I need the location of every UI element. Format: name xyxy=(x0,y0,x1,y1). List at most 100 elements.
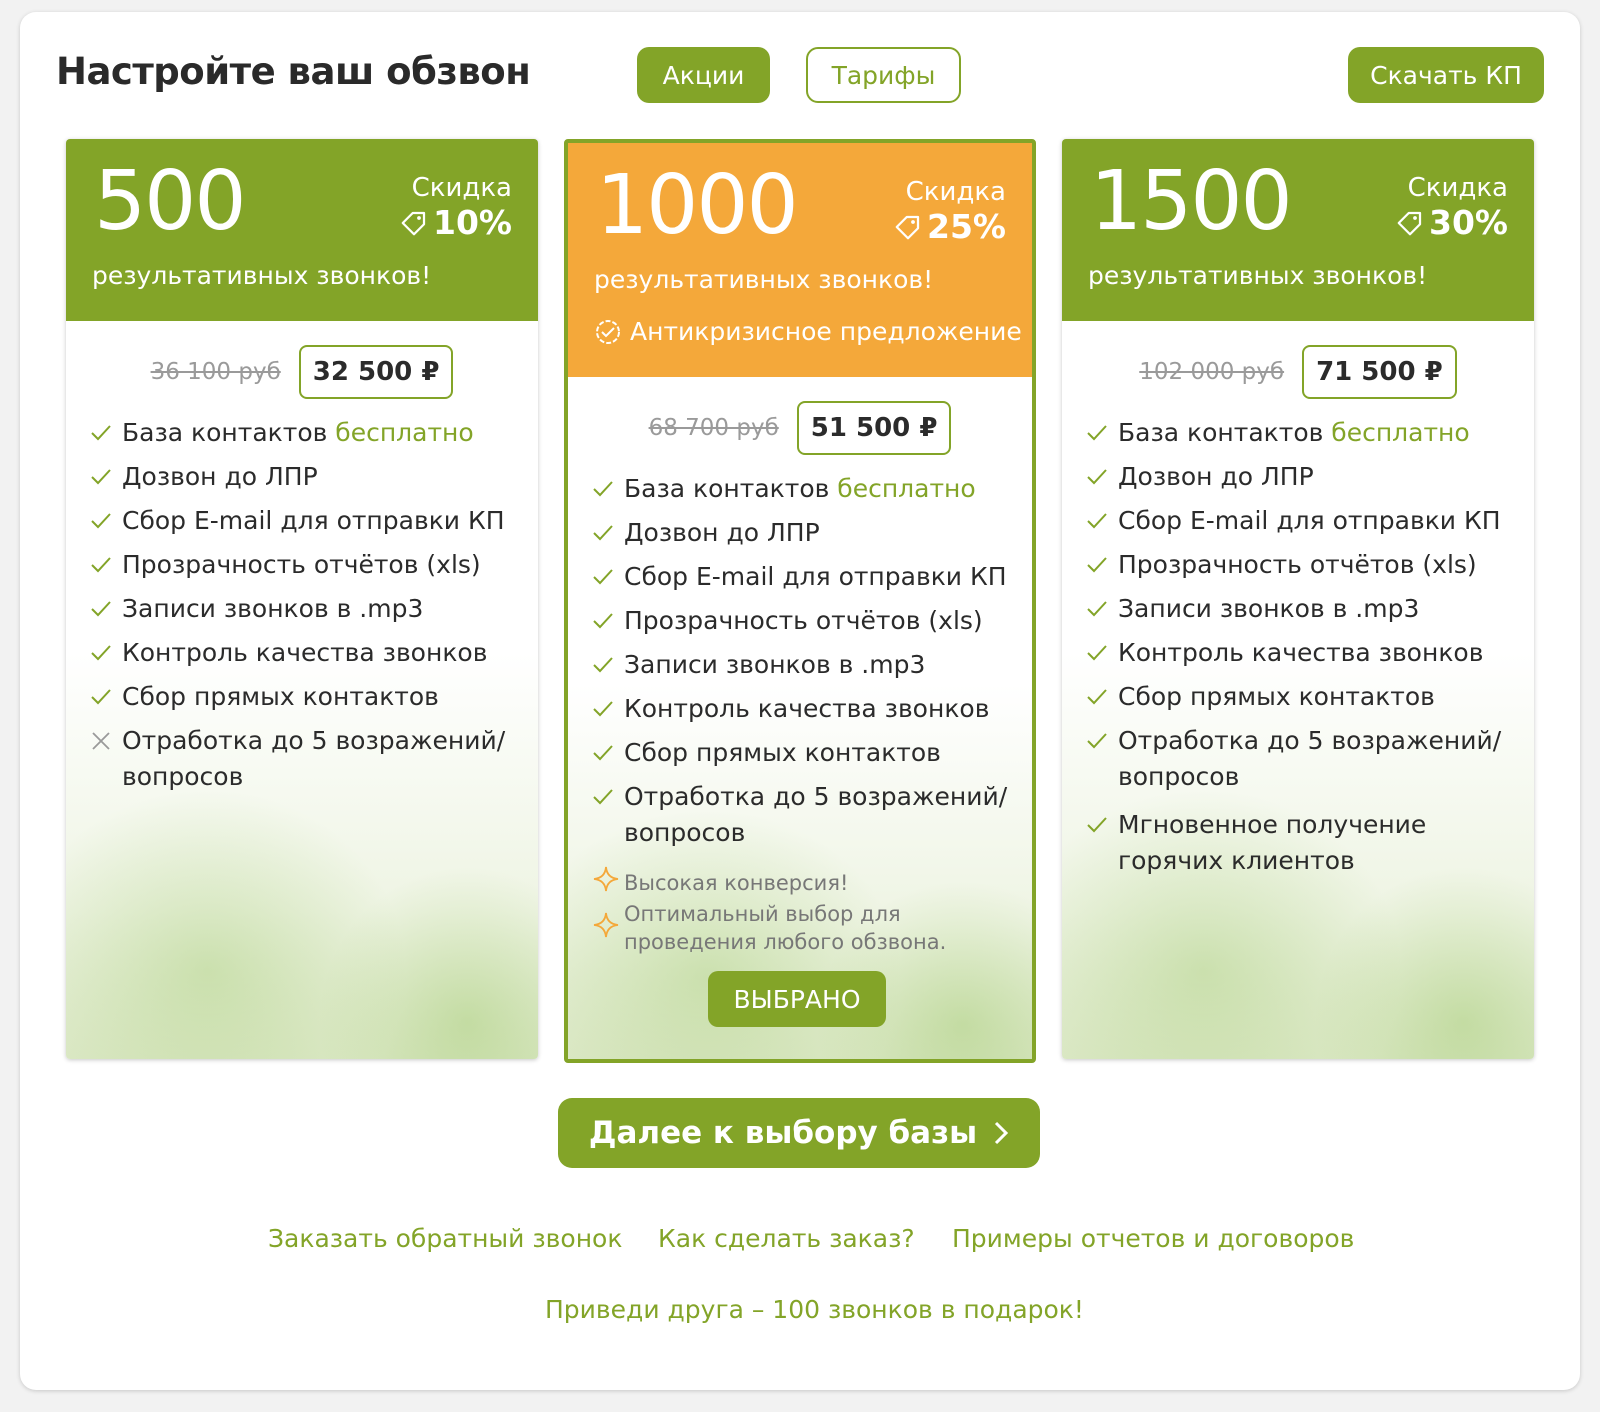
price-tag-icon xyxy=(401,211,426,235)
discount-percent: 10% xyxy=(433,203,512,242)
feature-item: Сбор E-mail для отправки КП xyxy=(1086,503,1520,539)
feature-item: Отработка до 5 возражений/ вопросов xyxy=(1086,723,1520,795)
check-icon xyxy=(1087,557,1107,573)
discount-label: Скидка xyxy=(1407,173,1508,203)
perk-line: Высокая конверсия! xyxy=(592,865,1012,900)
perk-block: Высокая конверсия! Оптимальный выбор для… xyxy=(592,865,1012,956)
price-row: 68 700 руб 51 500 ₽ xyxy=(568,401,1032,455)
feature-item: Сбор прямых контактов xyxy=(592,735,1018,771)
feature-item: Контроль качества звонков xyxy=(90,635,524,671)
cross-icon xyxy=(92,732,110,750)
discount-label: Скидка xyxy=(905,177,1006,207)
discount-value: 25% xyxy=(893,207,1006,246)
feature-item: Сбор прямых контактов xyxy=(90,679,524,715)
tariff-card-1500[interactable]: 1500 Скидка 30% результативных звонков! … xyxy=(1062,139,1534,1059)
card-subtitle: результативных звонков! xyxy=(594,265,934,294)
check-icon xyxy=(593,745,613,761)
free-highlight: бесплатно xyxy=(837,474,976,503)
price-row: 102 000 руб 71 500 ₽ xyxy=(1062,345,1534,399)
feature-item-unavailable: Отработка до 5 возражений/ вопросов xyxy=(90,723,524,795)
tariff-card-1000[interactable]: 1000 Скидка 25% результативных звонков! … xyxy=(564,139,1036,1063)
old-price: 68 700 руб xyxy=(648,415,779,441)
report-examples-link[interactable]: Примеры отчетов и договоров xyxy=(952,1224,1354,1253)
card-subtitle: результативных звонков! xyxy=(92,261,432,290)
page-title: Настройте ваш обзвон xyxy=(56,50,531,93)
discount-percent: 25% xyxy=(927,207,1006,246)
check-badge-icon xyxy=(596,319,620,344)
order-callback-link[interactable]: Заказать обратный звонок xyxy=(268,1224,622,1253)
feature-item: Дозвон до ЛПР xyxy=(1086,459,1520,495)
feature-list: База контактов бесплатно Дозвон до ЛПР С… xyxy=(592,471,1018,859)
check-icon xyxy=(91,645,111,661)
tariff-card-500[interactable]: 500 Скидка 10% результативных звонков! 3… xyxy=(66,139,538,1059)
check-icon xyxy=(593,657,613,673)
check-icon xyxy=(91,469,111,485)
sparkle-icon xyxy=(593,912,619,937)
next-button-label: Далее к выбору базы xyxy=(588,1115,978,1151)
check-icon xyxy=(593,789,613,805)
check-icon xyxy=(593,701,613,717)
free-highlight: бесплатно xyxy=(335,418,474,447)
feature-item: База контактов бесплатно xyxy=(90,415,524,451)
check-icon xyxy=(1087,469,1107,485)
refer-friend-link[interactable]: Приведи друга – 100 звонков в подарок! xyxy=(545,1295,1084,1324)
price-row: 36 100 руб 32 500 ₽ xyxy=(66,345,538,399)
price-tag-icon xyxy=(1397,211,1422,235)
feature-item: Отработка до 5 возражений/ вопросов xyxy=(592,779,1018,851)
feature-item: Контроль качества звонков xyxy=(592,691,1018,727)
new-price: 32 500 ₽ xyxy=(298,345,454,399)
feature-item: База контактов бесплатно xyxy=(1086,415,1520,451)
feature-item: Записи звонков в .mp3 xyxy=(1086,591,1520,627)
calls-quantity: 1500 xyxy=(1090,154,1293,249)
card-body: 102 000 руб 71 500 ₽ База контактов бесп… xyxy=(1062,321,1534,1059)
check-icon xyxy=(593,481,613,497)
calls-quantity: 1000 xyxy=(596,158,799,253)
feature-item: Прозрачность отчётов (xls) xyxy=(90,547,524,583)
perk-line: Оптимальный выбор для проведения любого … xyxy=(592,900,1012,956)
feature-item: Сбор E-mail для отправки КП xyxy=(90,503,524,539)
feature-item: Дозвон до ЛПР xyxy=(90,459,524,495)
check-icon xyxy=(91,425,111,441)
card-body: 68 700 руб 51 500 ₽ База контактов беспл… xyxy=(568,377,1032,1059)
check-icon xyxy=(91,601,111,617)
card-header: 1000 Скидка 25% результативных звонков! … xyxy=(568,143,1032,377)
check-icon xyxy=(1087,601,1107,617)
feature-item: Мгновенное получение горячих клиентов xyxy=(1086,807,1520,879)
promotions-button[interactable]: Акции xyxy=(637,47,770,103)
check-icon xyxy=(593,613,613,629)
free-highlight: бесплатно xyxy=(1331,418,1470,447)
check-icon xyxy=(91,689,111,705)
sparkle-icon xyxy=(593,866,619,892)
new-price: 71 500 ₽ xyxy=(1302,345,1457,399)
chevron-right-icon xyxy=(995,1121,1009,1145)
selected-button[interactable]: ВЫБРАНО xyxy=(708,971,886,1027)
check-icon xyxy=(1087,817,1107,833)
feature-item: Прозрачность отчётов (xls) xyxy=(592,603,1018,639)
feature-item: База контактов бесплатно xyxy=(592,471,1018,507)
download-offer-button[interactable]: Скачать КП xyxy=(1348,47,1544,103)
card-subtitle: результативных звонков! xyxy=(1088,261,1428,290)
card-header: 500 Скидка 10% результативных звонков! xyxy=(66,139,538,321)
check-icon xyxy=(593,525,613,541)
card-header: 1500 Скидка 30% результативных звонков! xyxy=(1062,139,1534,321)
check-icon xyxy=(91,557,111,573)
anticrisis-badge: Антикризисное предложение xyxy=(594,317,1022,346)
tariffs-button[interactable]: Тарифы xyxy=(806,47,961,103)
feature-item: Контроль качества звонков xyxy=(1086,635,1520,671)
next-choose-base-button[interactable]: Далее к выбору базы xyxy=(558,1098,1040,1168)
old-price: 36 100 руб xyxy=(150,359,281,385)
calls-quantity: 500 xyxy=(94,154,247,249)
check-icon xyxy=(1087,689,1107,705)
feature-item: Записи звонков в .mp3 xyxy=(90,591,524,627)
feature-item: Записи звонков в .mp3 xyxy=(592,647,1018,683)
feature-item: Дозвон до ЛПР xyxy=(592,515,1018,551)
discount-label: Скидка xyxy=(411,173,512,203)
how-to-order-link[interactable]: Как сделать заказ? xyxy=(658,1224,915,1253)
discount-value: 10% xyxy=(399,203,512,242)
check-icon xyxy=(593,569,613,585)
check-icon xyxy=(1087,513,1107,529)
new-price: 51 500 ₽ xyxy=(796,401,952,455)
discount-percent: 30% xyxy=(1429,203,1508,242)
price-tag-icon xyxy=(895,215,920,239)
card-body: 36 100 руб 32 500 ₽ База контактов беспл… xyxy=(66,321,538,1059)
